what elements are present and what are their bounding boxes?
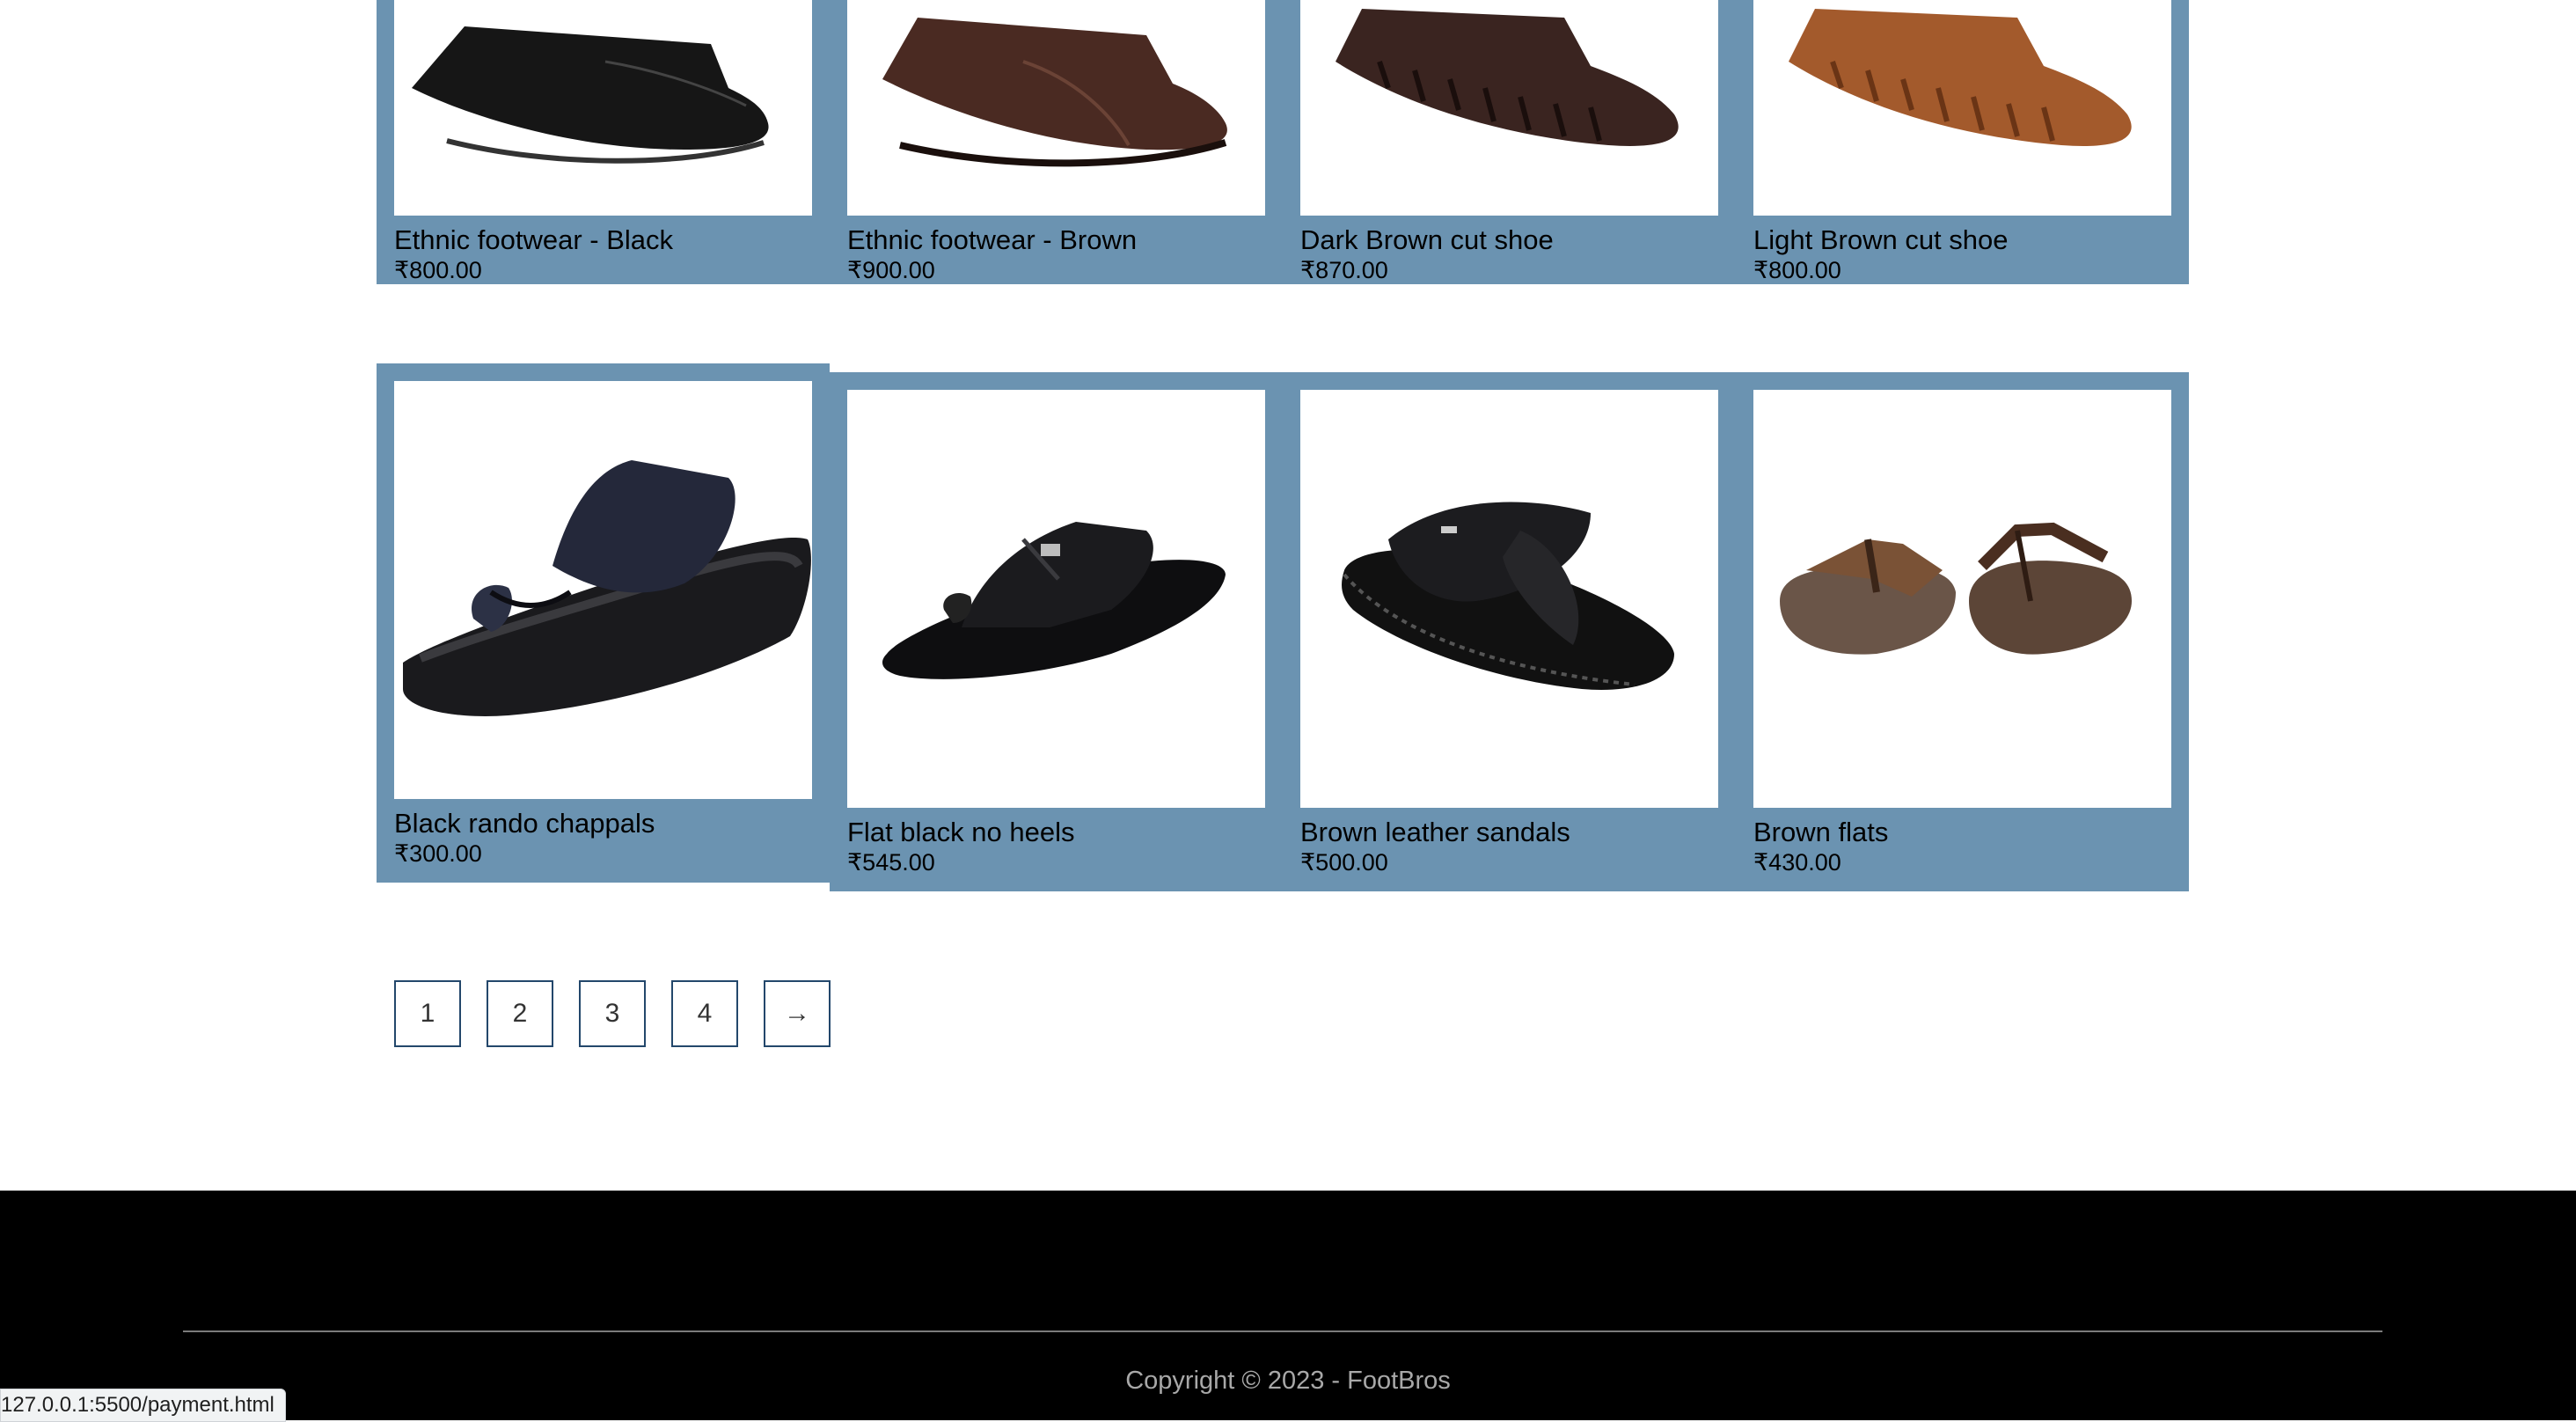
status-bar-url: 127.0.0.1:5500/payment.html [0, 1389, 286, 1422]
product-card[interactable]: Ethnic footwear - Black ₹800.00 [377, 0, 830, 284]
product-name[interactable]: Ethnic footwear - Black [394, 224, 812, 256]
pagination: 1 2 3 4 → [394, 980, 831, 1047]
product-card[interactable]: Flat black no heels ₹545.00 [830, 372, 1283, 891]
product-row-2: Black rando chappals ₹300.00 Flat black … [377, 363, 2189, 891]
product-image-black-strap-slipper[interactable] [847, 390, 1265, 808]
product-price: ₹870.00 [1300, 257, 1388, 283]
next-page-button[interactable]: → [764, 980, 831, 1047]
page-4-button[interactable]: 4 [671, 980, 738, 1047]
product-card[interactable]: Black rando chappals ₹300.00 [377, 363, 830, 883]
product-card[interactable]: Brown leather sandals ₹500.00 [1283, 372, 1736, 891]
product-name[interactable]: Flat black no heels [847, 817, 1265, 848]
product-price: ₹500.00 [1300, 849, 1388, 876]
page-2-button[interactable]: 2 [487, 980, 553, 1047]
product-price: ₹900.00 [847, 257, 935, 283]
product-name[interactable]: Ethnic footwear - Brown [847, 224, 1265, 256]
product-image-brown-loafer[interactable] [847, 0, 1265, 216]
product-name[interactable]: Black rando chappals [394, 808, 812, 839]
product-name[interactable]: Brown leather sandals [1300, 817, 1718, 848]
product-card[interactable]: Ethnic footwear - Brown ₹900.00 [830, 0, 1283, 284]
product-image-brown-flip-flops[interactable] [1753, 390, 2171, 808]
product-image-black-cross-strap-sandal[interactable] [1300, 390, 1718, 808]
product-card[interactable]: Dark Brown cut shoe ₹870.00 [1283, 0, 1736, 284]
product-name[interactable]: Dark Brown cut shoe [1300, 224, 1718, 256]
product-price: ₹430.00 [1753, 849, 1841, 876]
product-image-black-loafer[interactable] [394, 0, 812, 216]
product-price: ₹300.00 [394, 840, 482, 867]
product-card[interactable]: Brown flats ₹430.00 [1736, 372, 2189, 891]
product-card[interactable]: Light Brown cut shoe ₹800.00 [1736, 0, 2189, 284]
page-1-button[interactable]: 1 [394, 980, 461, 1047]
footer-copyright: Copyright © 2023 - FootBros [1125, 1367, 1451, 1395]
footer-divider [183, 1330, 2382, 1332]
product-name[interactable]: Light Brown cut shoe [1753, 224, 2171, 256]
product-image-black-toe-ring-chappal[interactable] [394, 381, 812, 799]
product-name[interactable]: Brown flats [1753, 817, 2171, 848]
product-image-dark-brown-woven-shoe[interactable] [1300, 0, 1718, 216]
product-row-1: Ethnic footwear - Black ₹800.00 Ethnic f… [377, 0, 2189, 284]
page-3-button[interactable]: 3 [579, 980, 646, 1047]
product-price: ₹800.00 [1753, 257, 1841, 283]
product-price: ₹545.00 [847, 849, 935, 876]
product-image-light-brown-woven-shoe[interactable] [1753, 0, 2171, 216]
product-price: ₹800.00 [394, 257, 482, 283]
